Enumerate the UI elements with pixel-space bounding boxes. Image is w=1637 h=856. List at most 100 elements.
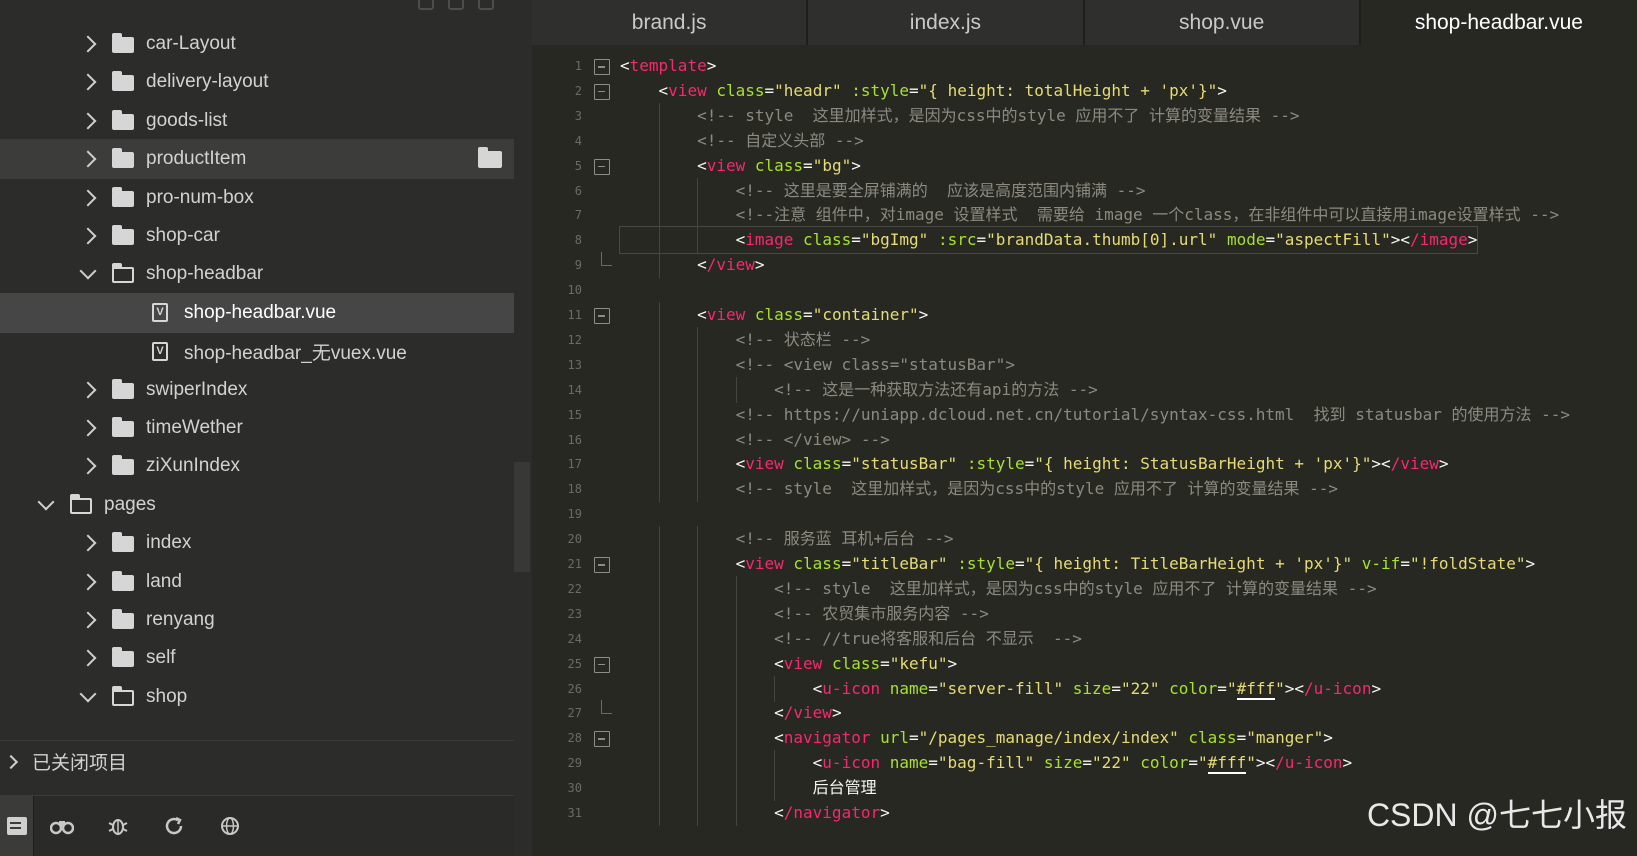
code-text: <image class="bgImg" :src="brandData.thu… bbox=[618, 226, 1479, 255]
tree-folder-item[interactable]: shop-car bbox=[0, 216, 514, 256]
code-text: <!-- style 这里加样式，是因为css中的style 应用不了 计算的变… bbox=[774, 578, 1377, 598]
chevron-right-icon bbox=[79, 150, 97, 168]
tree-item-label: shop-headbar_无vuex.vue bbox=[184, 342, 407, 364]
tree-folder-item[interactable]: self bbox=[0, 638, 514, 678]
code-line[interactable]: 14 <!-- 这是一种获取方法还有api的方法 --> bbox=[532, 376, 1637, 403]
code-text: <!-- <view class="statusBar"> bbox=[735, 354, 1015, 374]
code-text: <!-- https://uniapp.dcloud.net.cn/tutori… bbox=[735, 404, 1571, 424]
bug-icon[interactable] bbox=[90, 796, 146, 856]
fold-toggle-icon[interactable] bbox=[594, 308, 610, 324]
line-number: 18 bbox=[567, 482, 582, 497]
folder-icon bbox=[112, 33, 134, 53]
code-line[interactable]: 17 <view class="statusBar" :style="{ hei… bbox=[532, 451, 1637, 478]
tree-folder-item[interactable]: renyang bbox=[0, 600, 514, 640]
code-line[interactable]: 8 <image class="bgImg" :src="brandData.t… bbox=[532, 226, 1637, 255]
copy-icon[interactable] bbox=[448, 0, 464, 10]
tree-folder-item[interactable]: shop-headbar bbox=[0, 254, 514, 294]
fold-toggle-icon[interactable] bbox=[594, 731, 610, 748]
tree-item-label: pro-num-box bbox=[146, 186, 254, 208]
code-line[interactable]: 2 <view class="headr" :style="{ height: … bbox=[532, 78, 1637, 104]
refresh-icon[interactable] bbox=[146, 796, 202, 856]
chevron-right-icon bbox=[3, 754, 19, 769]
code-text: </view> bbox=[620, 703, 842, 723]
code-line[interactable]: 5 <view class="bg"> bbox=[532, 152, 1637, 179]
project-icon[interactable] bbox=[0, 795, 34, 856]
code-text: <view class="container"> bbox=[620, 305, 929, 324]
sidebar-scrollbar[interactable] bbox=[514, 462, 530, 572]
tree-folder-item[interactable]: goods-list bbox=[0, 101, 514, 141]
code-line[interactable]: 1 <template> bbox=[532, 53, 1637, 79]
sidebar-top-icons bbox=[418, 0, 494, 10]
vue-file-icon: V bbox=[152, 341, 168, 361]
tab-shop-headbar-vue[interactable]: shop-headbar.vue bbox=[1360, 0, 1637, 45]
closed-projects-section[interactable]: 已关闭项目 bbox=[0, 740, 532, 782]
tree-folder-item[interactable]: land bbox=[0, 562, 514, 602]
code-text: <view class="bg"> bbox=[620, 155, 861, 175]
tree-folder-item[interactable]: pages bbox=[0, 485, 514, 525]
code-line[interactable]: 27 </view> bbox=[532, 700, 1637, 727]
code-line[interactable]: 21 <view class="titleBar" :style="{ heig… bbox=[532, 551, 1637, 577]
line-number: 12 bbox=[567, 332, 582, 347]
fold-toggle-icon[interactable] bbox=[594, 656, 610, 673]
fold-toggle-icon[interactable] bbox=[594, 557, 610, 573]
tree-item-label: renyang bbox=[146, 609, 215, 630]
menu-icon[interactable] bbox=[478, 0, 494, 10]
code-line[interactable]: 19 bbox=[532, 501, 1637, 527]
tree-folder-item[interactable]: pro-num-box bbox=[0, 178, 514, 218]
tree-folder-item[interactable]: shop bbox=[0, 677, 514, 717]
fold-toggle-icon[interactable] bbox=[594, 83, 610, 100]
fold-toggle-icon[interactable] bbox=[594, 158, 610, 175]
code-line[interactable]: 4 <!-- 自定义头部 --> bbox=[532, 127, 1637, 154]
tree-folder-item[interactable]: timeWether bbox=[0, 408, 514, 448]
code-line[interactable]: 11 <view class="container"> bbox=[532, 302, 1637, 328]
code-line[interactable]: 23 <!-- 农贸集市服务内容 --> bbox=[532, 600, 1637, 627]
code-line[interactable]: 3 <!-- style 这里加样式，是因为css中的style 应用不了 计算… bbox=[532, 102, 1637, 129]
sidebar-bottom-toolbar bbox=[0, 795, 532, 856]
line-number: 11 bbox=[567, 308, 582, 322]
code-line[interactable]: 20 <!-- 服务蓝 耳机+后台 --> bbox=[532, 526, 1637, 553]
tree-folder-item[interactable]: productItem bbox=[0, 139, 514, 180]
binoculars-icon[interactable] bbox=[34, 796, 90, 856]
folder-icon bbox=[112, 455, 134, 476]
target-icon[interactable] bbox=[418, 0, 434, 10]
code-line[interactable]: 29 <u-icon name="bag-fill" size="22" col… bbox=[532, 750, 1637, 777]
code-line[interactable]: 25 <view class="kefu"> bbox=[532, 650, 1637, 677]
code-line[interactable]: 16 <!-- </view> --> bbox=[532, 426, 1637, 453]
tree-folder-item[interactable]: delivery-layout bbox=[0, 62, 514, 102]
tree-file-item[interactable]: Vshop-headbar_无vuex.vue bbox=[0, 331, 514, 371]
fold-toggle-icon[interactable] bbox=[594, 59, 610, 75]
code-line[interactable]: 18 <!-- style 这里加样式，是因为css中的style 应用不了 计… bbox=[532, 476, 1637, 503]
line-number: 5 bbox=[574, 158, 582, 173]
tab-index-js[interactable]: index.js bbox=[808, 0, 1085, 45]
tree-folder-item[interactable]: index bbox=[0, 523, 514, 563]
tree-item-label: shop-headbar.vue bbox=[184, 301, 337, 323]
tree-file-item[interactable]: Vshop-headbar.vue bbox=[0, 292, 514, 333]
code-line[interactable]: 22 <!-- style 这里加样式，是因为css中的style 应用不了 计… bbox=[532, 575, 1637, 602]
code-line[interactable]: 28 <navigator url="/pages_manage/index/i… bbox=[532, 725, 1637, 752]
tree-folder-item[interactable]: car-Layout bbox=[0, 24, 514, 64]
code-line[interactable]: 26 <u-icon name="server-fill" size="22" … bbox=[532, 675, 1637, 702]
code-line[interactable]: 12 <!-- 状态栏 --> bbox=[532, 326, 1637, 353]
code-line[interactable]: 6 <!-- 这里是要全屏铺满的 应该是高度范围内铺满 --> bbox=[532, 177, 1637, 204]
tree-folder-item[interactable]: ziXunIndex bbox=[0, 446, 514, 486]
chevron-down-icon bbox=[79, 685, 97, 703]
code-text: <!-- 服务蓝 耳机+后台 --> bbox=[735, 529, 954, 549]
globe-icon[interactable] bbox=[202, 796, 258, 856]
code-line[interactable]: 15 <!-- https://uniapp.dcloud.net.cn/tut… bbox=[532, 401, 1637, 428]
code-line[interactable]: 24 <!-- //true将客服和后台 不显示 --> bbox=[532, 625, 1637, 652]
code-text: <!-- 这是一种获取方法还有api的方法 --> bbox=[774, 379, 1098, 399]
code-line[interactable]: 9 </view> bbox=[532, 252, 1637, 279]
tab-brand-js[interactable]: brand.js bbox=[532, 0, 809, 45]
code-text: <view class="headr" :style="{ height: to… bbox=[620, 80, 1227, 100]
folder-icon bbox=[112, 71, 134, 92]
code-editor[interactable]: 1 <template> 2 <view class="headr" :style=… bbox=[532, 45, 1637, 856]
tree-item-label: shop-headbar bbox=[146, 263, 264, 285]
tree-folder-item[interactable]: swiperIndex bbox=[0, 370, 514, 410]
sidebar-splitter[interactable] bbox=[514, 0, 532, 856]
code-line[interactable]: 10 bbox=[532, 277, 1637, 303]
code-line[interactable]: 7 <!--注意 组件中，对image 设置样式 需要给 image 一个cla… bbox=[532, 202, 1637, 229]
line-number: 6 bbox=[574, 183, 582, 198]
code-line[interactable]: 13 <!-- <view class="statusBar"> bbox=[532, 351, 1637, 378]
tab-shop-vue[interactable]: shop.vue bbox=[1084, 0, 1361, 45]
open-folder-icon[interactable] bbox=[478, 147, 502, 169]
